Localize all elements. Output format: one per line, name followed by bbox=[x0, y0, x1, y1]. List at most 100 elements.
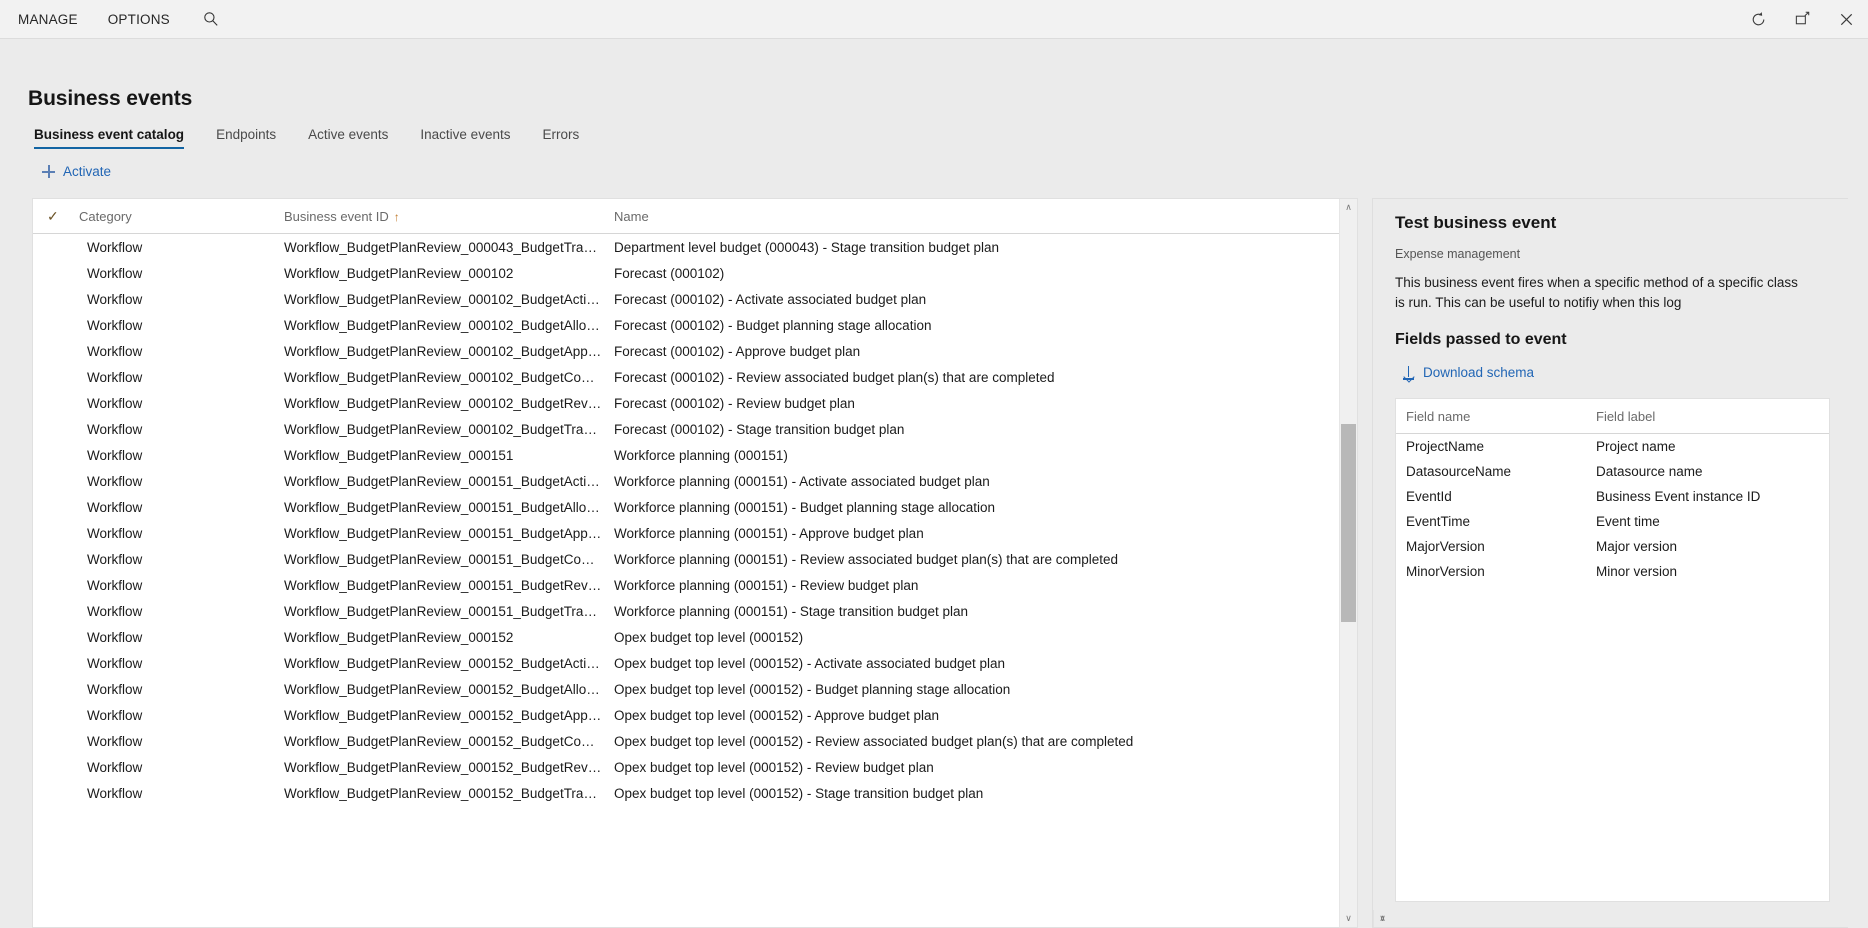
cell-name: Opex budget top level (000152) - Activat… bbox=[614, 655, 1006, 671]
row-select-cell[interactable] bbox=[33, 676, 73, 702]
list-item[interactable]: DatasourceName Datasource name bbox=[1396, 459, 1829, 484]
table-row[interactable]: Workflow Workflow_BudgetPlanReview_000152… bbox=[33, 780, 1339, 806]
table-row[interactable]: Workflow Workflow_BudgetPlanReview_000102… bbox=[33, 390, 1339, 416]
cell-name: Forecast (000102) - Review associated bu… bbox=[614, 369, 1055, 385]
menu-manage[interactable]: MANAGE bbox=[16, 8, 80, 31]
grid-vertical-scrollbar[interactable]: ∧ ∨ bbox=[1339, 199, 1357, 927]
activate-button[interactable]: Activate bbox=[40, 161, 117, 182]
close-window-icon[interactable] bbox=[1824, 0, 1868, 38]
grid-scroll-wrap: ✓ Category Business event ID ↑ Name Workf… bbox=[33, 199, 1357, 927]
table-row[interactable]: Workflow Workflow_BudgetPlanReview_000151… bbox=[33, 442, 1339, 468]
table-row[interactable]: Workflow Workflow_BudgetPlanReview_000102… bbox=[33, 338, 1339, 364]
grid-header: ✓ Category Business event ID ↑ Name bbox=[33, 199, 1339, 234]
cell-name: Opex budget top level (000152) - Approve… bbox=[614, 707, 939, 723]
row-select-cell[interactable] bbox=[33, 702, 73, 728]
cell-name: Opex budget top level (000152) bbox=[614, 629, 804, 645]
row-select-cell[interactable] bbox=[33, 442, 73, 468]
table-row[interactable]: Workflow Workflow_BudgetPlanReview_000152… bbox=[33, 650, 1339, 676]
row-select-cell[interactable] bbox=[33, 650, 73, 676]
table-row[interactable]: Workflow Workflow_BudgetPlanReview_000151… bbox=[33, 546, 1339, 572]
scroll-down-icon[interactable]: ∨ bbox=[1340, 910, 1357, 927]
list-item[interactable]: EventTime Event time bbox=[1396, 509, 1829, 534]
row-select-cell[interactable] bbox=[33, 364, 73, 390]
row-select-cell[interactable] bbox=[33, 312, 73, 338]
cell-category: Workflow bbox=[87, 603, 143, 619]
row-select-cell[interactable] bbox=[33, 598, 73, 624]
cell-business-event-id: Workflow_BudgetPlanReview_000152_BudgetC… bbox=[284, 733, 608, 749]
cell-category: Workflow bbox=[87, 577, 143, 593]
column-header-category[interactable]: Category bbox=[73, 199, 278, 234]
row-select-cell[interactable] bbox=[33, 754, 73, 780]
column-header-name[interactable]: Name bbox=[608, 199, 1339, 234]
cell-name: Workforce planning (000151) - Review ass… bbox=[614, 551, 1119, 567]
row-select-cell[interactable] bbox=[33, 286, 73, 312]
list-item[interactable]: EventId Business Event instance ID bbox=[1396, 484, 1829, 509]
check-icon: ✓ bbox=[47, 208, 59, 224]
panel-scroll-down-icon[interactable]: ∨ bbox=[1374, 910, 1391, 927]
column-header-field-label[interactable]: Field label bbox=[1586, 399, 1829, 434]
restore-window-icon[interactable] bbox=[1780, 0, 1824, 38]
row-select-cell[interactable] bbox=[33, 572, 73, 598]
tab-inactive-events[interactable]: Inactive events bbox=[404, 127, 526, 149]
table-row[interactable]: Workflow Workflow_BudgetPlanReview_000151… bbox=[33, 598, 1339, 624]
table-row[interactable]: Workflow Workflow_BudgetPlanReview_000151… bbox=[33, 572, 1339, 598]
fields-table-body: ProjectName Project name DatasourceName Dat… bbox=[1396, 434, 1829, 585]
table-row[interactable]: Workflow Workflow_BudgetPlanReview_000043… bbox=[33, 234, 1339, 261]
row-select-cell[interactable] bbox=[33, 468, 73, 494]
row-select-cell[interactable] bbox=[33, 624, 73, 650]
menu-options[interactable]: OPTIONS bbox=[106, 8, 172, 31]
row-select-cell[interactable] bbox=[33, 728, 73, 754]
row-select-cell[interactable] bbox=[33, 520, 73, 546]
table-row[interactable]: Workflow Workflow_BudgetPlanReview_000152… bbox=[33, 702, 1339, 728]
tab-active-events[interactable]: Active events bbox=[292, 127, 404, 149]
fields-table: Field name Field label ProjectName Projec… bbox=[1396, 399, 1829, 584]
table-row[interactable]: Workflow Workflow_BudgetPlanReview_000102… bbox=[33, 260, 1339, 286]
search-icon[interactable] bbox=[198, 6, 224, 32]
cell-business-event-id: Workflow_BudgetPlanReview_000043_BudgetT… bbox=[284, 239, 608, 255]
download-schema-button[interactable]: Download schema bbox=[1399, 363, 1830, 382]
row-select-cell[interactable] bbox=[33, 260, 73, 286]
row-select-cell[interactable] bbox=[33, 780, 73, 806]
cell-name: Forecast (000102) - Activate associated … bbox=[614, 291, 927, 307]
cell-business-event-id: Workflow_BudgetPlanReview_000102_BudgetT… bbox=[284, 421, 608, 437]
table-row[interactable]: Workflow Workflow_BudgetPlanReview_000152… bbox=[33, 728, 1339, 754]
table-row[interactable]: Workflow Workflow_BudgetPlanReview_000152… bbox=[33, 754, 1339, 780]
table-row[interactable]: Workflow Workflow_BudgetPlanReview_000102… bbox=[33, 312, 1339, 338]
list-item[interactable]: ProjectName Project name bbox=[1396, 434, 1829, 460]
grid-scrollbar-thumb[interactable] bbox=[1341, 424, 1356, 622]
cell-business-event-id: Workflow_BudgetPlanReview_000151 bbox=[284, 447, 514, 463]
row-select-cell[interactable] bbox=[33, 390, 73, 416]
scroll-up-icon[interactable]: ∧ bbox=[1340, 199, 1357, 216]
cell-category: Workflow bbox=[87, 317, 143, 333]
cell-name: Workforce planning (000151) bbox=[614, 447, 788, 463]
row-select-cell[interactable] bbox=[33, 338, 73, 364]
cell-business-event-id: Workflow_BudgetPlanReview_000102 bbox=[284, 265, 514, 281]
column-header-select-all[interactable]: ✓ bbox=[33, 199, 73, 234]
list-item[interactable]: MajorVersion Major version bbox=[1396, 534, 1829, 559]
cell-category: Workflow bbox=[87, 447, 143, 463]
refresh-icon[interactable] bbox=[1736, 0, 1780, 38]
cell-name: Forecast (000102) - Stage transition bud… bbox=[614, 421, 905, 437]
table-row[interactable]: Workflow Workflow_BudgetPlanReview_000102… bbox=[33, 286, 1339, 312]
side-panel-vertical-scrollbar[interactable]: ∧ ∨ bbox=[1373, 910, 1391, 927]
column-header-business-event-id[interactable]: Business event ID ↑ bbox=[278, 199, 608, 234]
column-header-field-name[interactable]: Field name bbox=[1396, 399, 1586, 434]
table-row[interactable]: Workflow Workflow_BudgetPlanReview_000102… bbox=[33, 364, 1339, 390]
tab-business-event-catalog[interactable]: Business event catalog bbox=[28, 127, 200, 149]
table-row[interactable]: Workflow Workflow_BudgetPlanReview_000152… bbox=[33, 676, 1339, 702]
row-select-cell[interactable] bbox=[33, 234, 73, 261]
row-select-cell[interactable] bbox=[33, 416, 73, 442]
list-item[interactable]: MinorVersion Minor version bbox=[1396, 559, 1829, 584]
table-row[interactable]: Workflow Workflow_BudgetPlanReview_000151… bbox=[33, 494, 1339, 520]
tab-errors[interactable]: Errors bbox=[526, 127, 595, 149]
table-row[interactable]: Workflow Workflow_BudgetPlanReview_000151… bbox=[33, 468, 1339, 494]
activate-button-label: Activate bbox=[63, 164, 112, 179]
row-select-cell[interactable] bbox=[33, 494, 73, 520]
cell-category: Workflow bbox=[87, 759, 143, 775]
table-row[interactable]: Workflow Workflow_BudgetPlanReview_000102… bbox=[33, 416, 1339, 442]
table-row[interactable]: Workflow Workflow_BudgetPlanReview_000151… bbox=[33, 520, 1339, 546]
cell-field-label: Major version bbox=[1596, 539, 1678, 554]
tab-endpoints[interactable]: Endpoints bbox=[200, 127, 292, 149]
row-select-cell[interactable] bbox=[33, 546, 73, 572]
table-row[interactable]: Workflow Workflow_BudgetPlanReview_000152… bbox=[33, 624, 1339, 650]
